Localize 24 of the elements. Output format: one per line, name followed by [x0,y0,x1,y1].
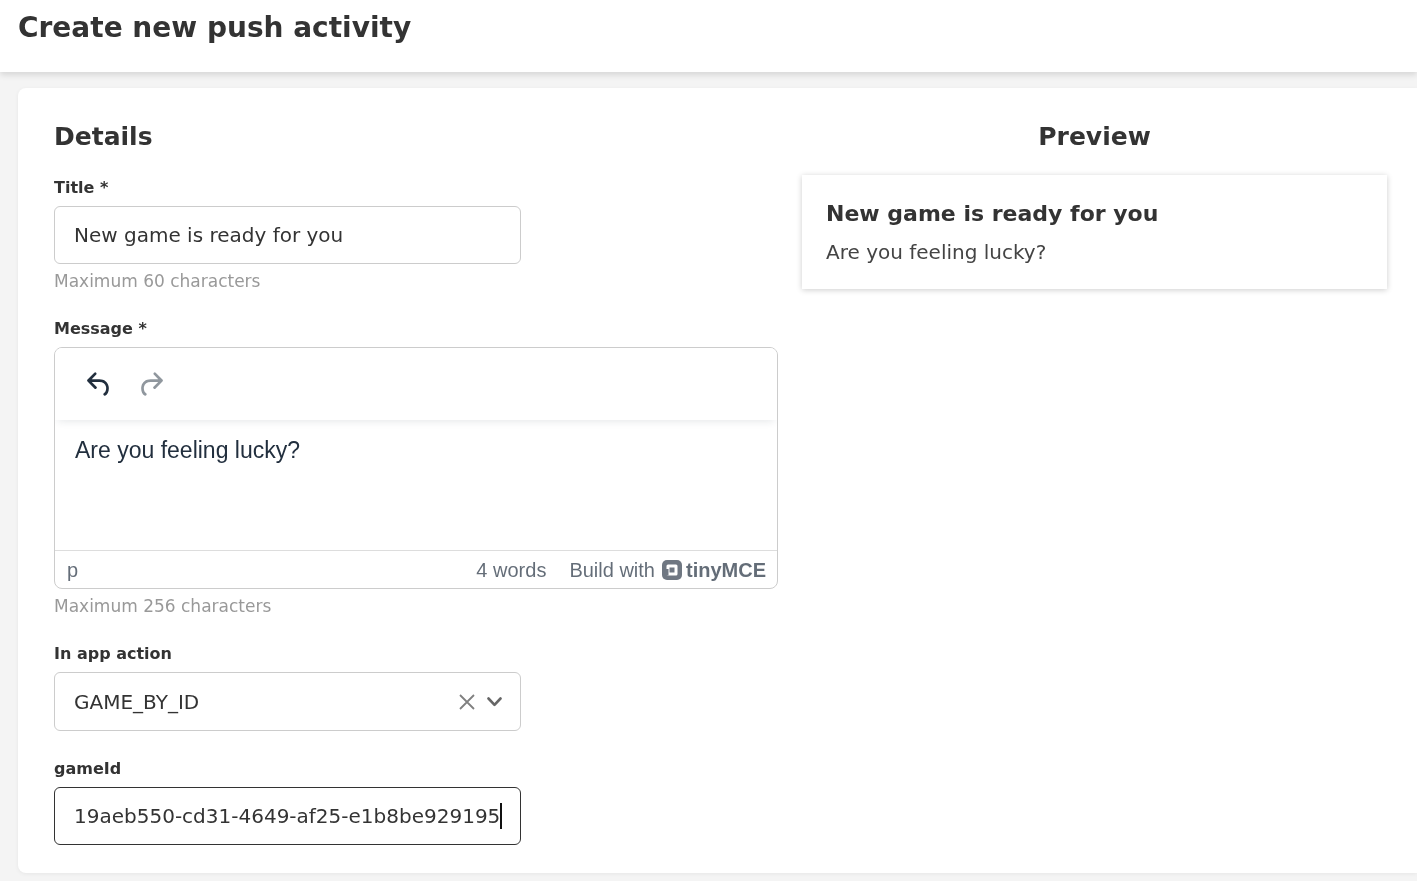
logo-icon [662,559,682,580]
element-path-button[interactable]: p [67,557,79,582]
action-select[interactable]: GAME_BY_ID [54,672,521,731]
field-label: Title * [54,178,109,198]
clear-icon [459,693,475,710]
word-count-button[interactable]: 4 words [476,557,547,582]
section-heading: Preview [1038,122,1151,152]
field-label: gameId [54,759,122,779]
chevron-down-icon [487,696,502,707]
section-heading: Details [54,122,153,152]
field-label: Message * [54,319,147,339]
redo-icon [141,372,163,396]
text-field[interactable]: 19aeb550-cd31-4649-af25-e1b8be929195 [54,787,521,845]
field-hint: Maximum 256 characters [54,596,272,616]
text-field[interactable]: New game is ready for you [54,206,521,264]
undo-icon [87,372,109,396]
branding-link[interactable]: Build with tinyMCE [569,554,766,585]
notification-title: New game is ready for you [826,201,1159,227]
notification-message: Are you feeling lucky? [826,240,1047,264]
page-title: Create new push activity [18,10,412,46]
field-label: In app action [54,644,172,664]
text-cursor-icon [500,803,503,829]
message-input-field[interactable]: Are you feeling lucky? [55,420,777,550]
field-hint: Maximum 60 characters [54,271,261,291]
